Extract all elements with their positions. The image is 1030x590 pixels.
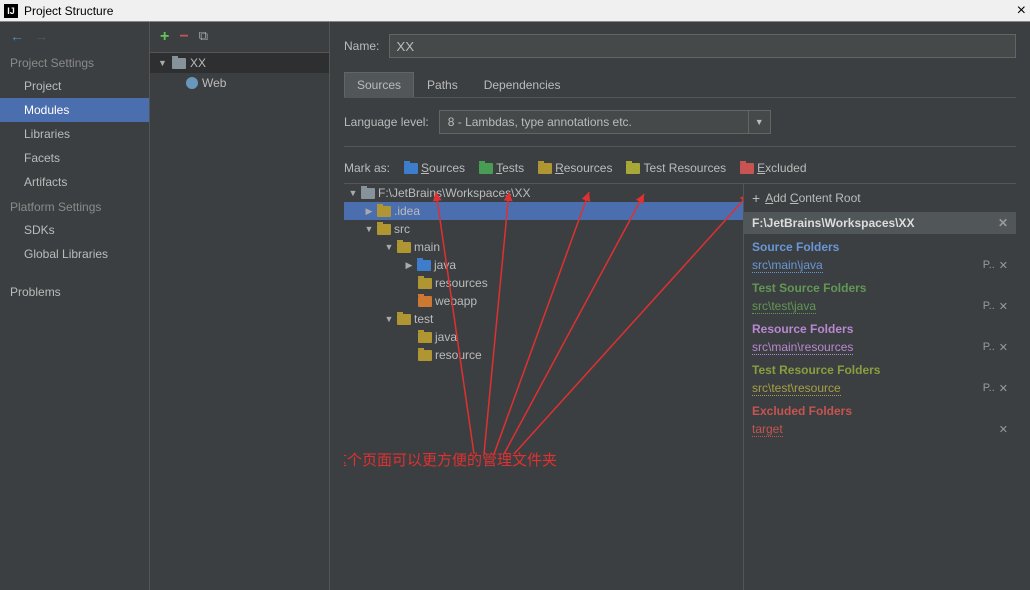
window-title: Project Structure bbox=[24, 4, 113, 18]
close-icon[interactable]: × bbox=[1017, 2, 1026, 20]
folder-icon bbox=[361, 188, 375, 199]
mark-sources-button[interactable]: Sources bbox=[404, 161, 465, 175]
settings-sidebar: ← → Project Settings Project Modules Lib… bbox=[0, 22, 150, 590]
content-root-path: F:\JetBrains\Workspaces\XX✕ bbox=[744, 212, 1016, 234]
tests-folder-icon bbox=[479, 163, 493, 174]
folder-icon bbox=[397, 242, 411, 253]
excluded-folder-item[interactable]: target✕ bbox=[744, 420, 1016, 439]
tree-resources[interactable]: resources bbox=[344, 274, 743, 292]
tree-java[interactable]: ▶java bbox=[344, 256, 743, 274]
nav-modules[interactable]: Modules bbox=[0, 98, 149, 122]
remove-icon[interactable]: ✕ bbox=[999, 423, 1008, 436]
resources-folder-icon bbox=[538, 163, 552, 174]
remove-icon[interactable]: ✕ bbox=[999, 259, 1008, 272]
tree-root[interactable]: ▼F:\JetBrains\Workspaces\XX bbox=[344, 184, 743, 202]
nav-project[interactable]: Project bbox=[0, 74, 149, 98]
title-bar: IJ Project Structure × bbox=[0, 0, 1030, 22]
excluded-folders-header: Excluded Folders bbox=[744, 398, 1016, 420]
tree-idea[interactable]: ▶.idea bbox=[344, 202, 743, 220]
name-label: Name: bbox=[344, 39, 379, 53]
tab-paths[interactable]: Paths bbox=[414, 72, 471, 97]
nav-libraries[interactable]: Libraries bbox=[0, 122, 149, 146]
edit-icon[interactable]: P.. bbox=[983, 382, 995, 395]
facet-web[interactable]: Web bbox=[150, 73, 329, 93]
annotation-text: 这个页面可以更方便的管理文件夹 bbox=[344, 449, 557, 470]
add-module-icon[interactable]: + bbox=[160, 28, 169, 46]
edit-icon[interactable]: P.. bbox=[983, 300, 995, 313]
resource-folders-header: Resource Folders bbox=[744, 316, 1016, 338]
module-name-input[interactable] bbox=[389, 34, 1016, 58]
tree-test-java[interactable]: java bbox=[344, 328, 743, 346]
nav-sdks[interactable]: SDKs bbox=[0, 218, 149, 242]
edit-icon[interactable]: P.. bbox=[983, 259, 995, 272]
content-panel: Name: Sources Paths Dependencies Languag… bbox=[330, 22, 1030, 590]
folder-icon bbox=[377, 224, 391, 235]
tree-webapp[interactable]: webapp bbox=[344, 292, 743, 310]
tree-test[interactable]: ▼test bbox=[344, 310, 743, 328]
source-folder-item[interactable]: src\main\javaP..✕ bbox=[744, 256, 1016, 275]
module-root[interactable]: ▼ XX bbox=[150, 53, 329, 73]
module-name: XX bbox=[190, 56, 206, 70]
tree-main[interactable]: ▼main bbox=[344, 238, 743, 256]
language-level-select[interactable]: 8 - Lambdas, type annotations etc. bbox=[439, 110, 749, 134]
folder-icon bbox=[377, 206, 391, 217]
folder-icon bbox=[417, 260, 431, 271]
web-facet-icon bbox=[186, 77, 198, 89]
module-tree-panel: + − ⧉ ▼ XX Web bbox=[150, 22, 330, 590]
remove-root-icon[interactable]: ✕ bbox=[998, 216, 1008, 230]
copy-module-icon[interactable]: ⧉ bbox=[199, 28, 208, 46]
section-platform-settings: Platform Settings bbox=[0, 194, 149, 218]
test-resource-folder-item[interactable]: src\test\resourceP..✕ bbox=[744, 379, 1016, 398]
remove-icon[interactable]: ✕ bbox=[999, 300, 1008, 313]
nav-facets[interactable]: Facets bbox=[0, 146, 149, 170]
tabs: Sources Paths Dependencies bbox=[344, 72, 1016, 98]
app-icon: IJ bbox=[4, 4, 18, 18]
remove-icon[interactable]: ✕ bbox=[999, 341, 1008, 354]
mark-resources-button[interactable]: Resources bbox=[538, 161, 612, 175]
tab-sources[interactable]: Sources bbox=[344, 72, 414, 97]
add-content-root-button[interactable]: +Add Content Root bbox=[744, 184, 1016, 212]
expand-icon[interactable]: ▼ bbox=[158, 58, 168, 68]
content-roots-panel: +Add Content Root F:\JetBrains\Workspace… bbox=[744, 184, 1016, 590]
forward-icon[interactable]: → bbox=[34, 28, 48, 44]
folder-icon bbox=[397, 314, 411, 325]
folder-icon bbox=[418, 296, 432, 307]
facet-label: Web bbox=[202, 76, 226, 90]
section-project-settings: Project Settings bbox=[0, 50, 149, 74]
edit-icon[interactable]: P.. bbox=[983, 341, 995, 354]
tree-test-resource[interactable]: resource bbox=[344, 346, 743, 364]
nav-global-libraries[interactable]: Global Libraries bbox=[0, 242, 149, 266]
plus-icon: + bbox=[752, 190, 760, 206]
mark-tests-button[interactable]: Tests bbox=[479, 161, 524, 175]
language-level-label: Language level: bbox=[344, 115, 429, 129]
source-tree[interactable]: ▼F:\JetBrains\Workspaces\XX ▶.idea ▼src … bbox=[344, 184, 744, 590]
remove-icon[interactable]: ✕ bbox=[999, 382, 1008, 395]
remove-module-icon[interactable]: − bbox=[179, 28, 188, 46]
mark-excluded-button[interactable]: Excluded bbox=[740, 161, 806, 175]
source-folders-header: Source Folders bbox=[744, 234, 1016, 256]
folder-icon bbox=[418, 278, 432, 289]
resource-folder-item[interactable]: src\main\resourcesP..✕ bbox=[744, 338, 1016, 357]
nav-artifacts[interactable]: Artifacts bbox=[0, 170, 149, 194]
back-icon[interactable]: ← bbox=[10, 28, 24, 44]
folder-icon bbox=[418, 350, 432, 361]
test-resource-folders-header: Test Resource Folders bbox=[744, 357, 1016, 379]
test-source-folder-item[interactable]: src\test\javaP..✕ bbox=[744, 297, 1016, 316]
mark-test-resources-button[interactable]: Test Resources bbox=[626, 161, 726, 175]
folder-icon bbox=[418, 332, 432, 343]
excluded-folder-icon bbox=[740, 163, 754, 174]
module-folder-icon bbox=[172, 58, 186, 69]
chevron-down-icon[interactable]: ▼ bbox=[749, 110, 771, 134]
mark-as-label: Mark as: bbox=[344, 161, 390, 175]
nav-problems[interactable]: Problems bbox=[0, 280, 149, 304]
tab-dependencies[interactable]: Dependencies bbox=[471, 72, 574, 97]
test-resources-folder-icon bbox=[626, 163, 640, 174]
tree-src[interactable]: ▼src bbox=[344, 220, 743, 238]
sources-folder-icon bbox=[404, 163, 418, 174]
test-source-folders-header: Test Source Folders bbox=[744, 275, 1016, 297]
